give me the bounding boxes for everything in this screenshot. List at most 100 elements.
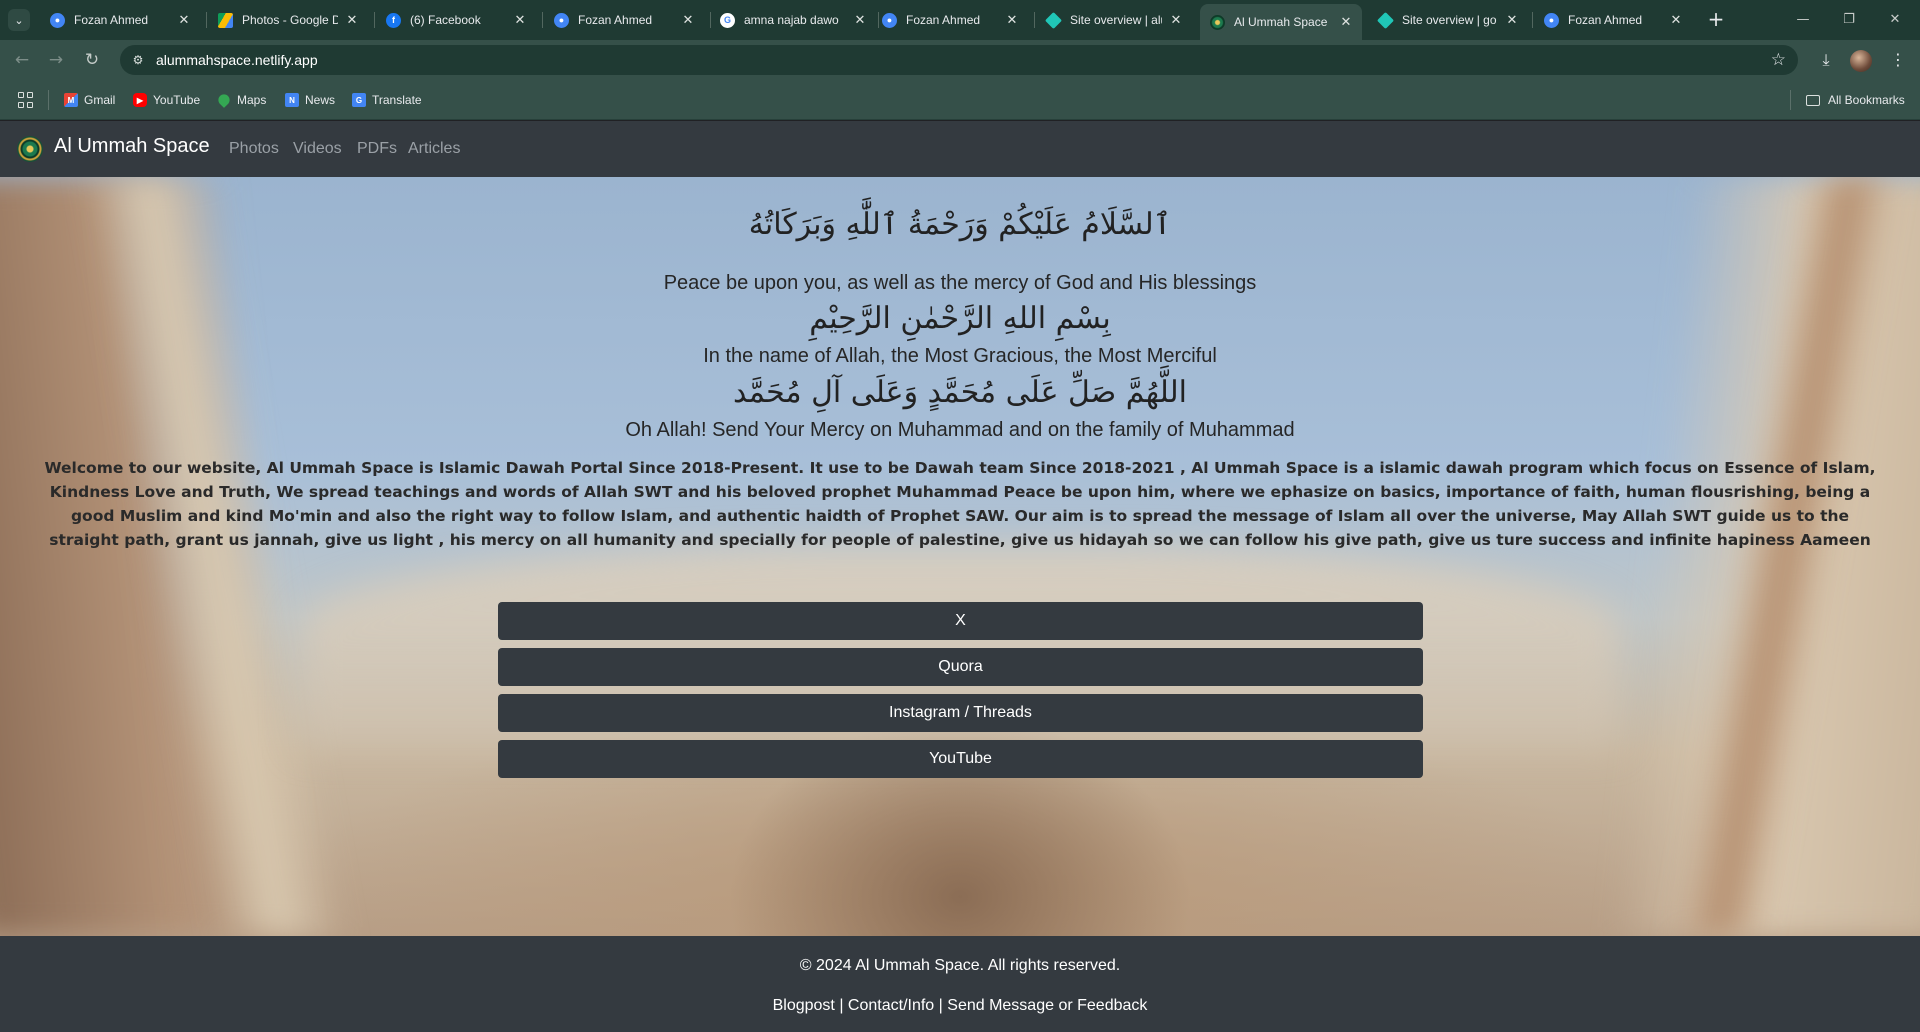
download-icon: ⤓ bbox=[1822, 50, 1830, 69]
close-icon[interactable]: ✕ bbox=[1338, 14, 1354, 30]
close-icon[interactable]: ✕ bbox=[1004, 12, 1020, 28]
nav-link-photos[interactable]: Photos bbox=[229, 140, 279, 158]
all-bookmarks-label: All Bookmarks bbox=[1828, 93, 1905, 107]
close-window-button[interactable]: ✕ bbox=[1872, 8, 1918, 32]
footer-link-feedback[interactable]: Send Message or Feedback bbox=[947, 997, 1147, 1014]
tab[interactable]: Photos - Google Drive ✕ bbox=[208, 6, 368, 34]
bookmark-gmail[interactable]: M Gmail bbox=[64, 91, 115, 109]
site-logo-icon bbox=[1210, 14, 1225, 30]
bookmarks-bar: M Gmail ▶ YouTube Maps N News G Translat… bbox=[0, 80, 1920, 120]
tab-divider bbox=[1532, 12, 1533, 28]
nav-link-pdfs[interactable]: PDFs bbox=[357, 140, 397, 158]
address-bar[interactable]: ⚙ alummahspace.netlify.app ☆ bbox=[120, 45, 1798, 75]
plus-icon: + bbox=[1707, 7, 1725, 31]
footer-link-blogpost[interactable]: Blogpost bbox=[773, 997, 835, 1014]
url-text[interactable]: alummahspace.netlify.app bbox=[156, 52, 318, 68]
bookmarks-divider bbox=[48, 90, 49, 110]
tab[interactable]: G amna najab dawo ✕ bbox=[710, 6, 876, 34]
close-icon[interactable]: ✕ bbox=[680, 12, 696, 28]
new-tab-button[interactable]: + bbox=[1704, 8, 1728, 32]
all-bookmarks-button[interactable]: All Bookmarks bbox=[1806, 91, 1905, 109]
browser-toolbar: ← → ↻ ⚙ alummahspace.netlify.app ☆ ⤓ ⋮ bbox=[0, 40, 1920, 80]
bookmark-star-icon[interactable]: ☆ bbox=[1771, 50, 1786, 70]
tab-label: Fozan Ahmed bbox=[578, 13, 653, 27]
tab-divider bbox=[1034, 12, 1035, 28]
site-logo-icon[interactable] bbox=[17, 136, 43, 162]
tab-label: Fozan Ahmed bbox=[1568, 13, 1643, 27]
tab-label: Photos - Google Drive bbox=[242, 13, 338, 27]
reload-icon: ↻ bbox=[84, 50, 100, 70]
durood-translation: Oh Allah! Send Your Mercy on Muhammad an… bbox=[625, 419, 1295, 441]
google-icon: G bbox=[720, 12, 735, 28]
quora-link-button[interactable]: Quora bbox=[498, 648, 1423, 686]
close-icon[interactable]: ✕ bbox=[1168, 12, 1184, 28]
site-info-icon[interactable]: ⚙ bbox=[130, 52, 146, 68]
close-icon[interactable]: ✕ bbox=[852, 12, 868, 28]
youtube-link-button[interactable]: YouTube bbox=[498, 740, 1423, 778]
menu-button[interactable]: ⋮ bbox=[1886, 48, 1910, 72]
tab[interactable]: Site overview | alu ✕ bbox=[1036, 6, 1192, 34]
profile-icon: ● bbox=[882, 12, 897, 28]
bookmark-maps[interactable]: Maps bbox=[216, 91, 266, 109]
profile-icon: ● bbox=[1544, 12, 1559, 28]
tab-label: Site overview | alu bbox=[1070, 13, 1162, 27]
nav-link-videos[interactable]: Videos bbox=[293, 140, 342, 158]
footer-separator: | bbox=[839, 997, 844, 1014]
tab[interactable]: f (6) Facebook ✕ bbox=[376, 6, 536, 34]
bookmark-youtube[interactable]: ▶ YouTube bbox=[133, 91, 200, 109]
forward-button[interactable]: → bbox=[44, 48, 68, 72]
arrow-right-icon: → bbox=[48, 50, 64, 70]
arrow-left-icon: ← bbox=[14, 50, 30, 70]
tab-label: Fozan Ahmed bbox=[906, 13, 981, 27]
copyright-text: © 2024 Al Ummah Space. All rights reserv… bbox=[799, 957, 1121, 974]
facebook-icon: f bbox=[386, 12, 401, 28]
downloads-button[interactable]: ⤓ bbox=[1814, 48, 1838, 72]
tab[interactable]: ● Fozan Ahmed ✕ bbox=[40, 6, 200, 34]
news-icon: N bbox=[285, 93, 299, 107]
bookmark-label: YouTube bbox=[153, 93, 201, 107]
instagram-threads-link-button[interactable]: Instagram / Threads bbox=[498, 694, 1423, 732]
tab-search-button[interactable]: ⌄ bbox=[8, 9, 30, 31]
translate-icon: G bbox=[352, 93, 366, 107]
bookmarks-divider bbox=[1790, 90, 1791, 110]
close-icon[interactable]: ✕ bbox=[1668, 12, 1684, 28]
tab-divider bbox=[206, 12, 207, 28]
bookmark-label: Gmail bbox=[84, 93, 116, 107]
restore-button[interactable]: ❐ bbox=[1826, 8, 1872, 32]
close-icon: ✕ bbox=[1889, 12, 1901, 27]
x-link-button[interactable]: X bbox=[498, 602, 1423, 640]
footer-link-contact[interactable]: Contact/Info bbox=[848, 997, 934, 1014]
tab[interactable]: Site overview | go ✕ bbox=[1368, 6, 1528, 34]
tab-active[interactable]: Al Ummah Space ✕ bbox=[1200, 4, 1362, 40]
tab[interactable]: ● Fozan Ahmed ✕ bbox=[872, 6, 1028, 34]
netlify-icon bbox=[1377, 11, 1394, 29]
chevron-down-icon: ⌄ bbox=[14, 13, 24, 27]
tab-label: (6) Facebook bbox=[410, 13, 481, 27]
apps-grid-icon[interactable] bbox=[18, 92, 34, 108]
tab[interactable]: ● Fozan Ahmed ✕ bbox=[544, 6, 704, 34]
brand-link[interactable]: Al Ummah Space bbox=[54, 135, 210, 158]
footer-separator: | bbox=[938, 997, 943, 1014]
profile-avatar[interactable] bbox=[1850, 50, 1872, 72]
back-button[interactable]: ← bbox=[10, 48, 34, 72]
footer-links: Blogpost | Contact/Info | Send Message o… bbox=[0, 997, 1920, 1015]
folder-icon bbox=[1806, 94, 1820, 106]
arabic-bismillah: بِسْمِ اللهِ الرَّحْمٰنِ الرَّحِيْمِ bbox=[809, 301, 1111, 336]
site-navbar: Al Ummah Space Photos Videos PDFs Articl… bbox=[0, 121, 1920, 177]
minimize-icon: — bbox=[1796, 12, 1810, 27]
close-icon[interactable]: ✕ bbox=[344, 12, 360, 28]
nav-link-articles[interactable]: Articles bbox=[408, 140, 460, 158]
close-icon[interactable]: ✕ bbox=[512, 12, 528, 28]
tab-divider bbox=[374, 12, 375, 28]
maps-icon bbox=[216, 92, 232, 108]
close-icon[interactable]: ✕ bbox=[176, 12, 192, 28]
bookmark-label: News bbox=[305, 93, 336, 107]
bookmark-news[interactable]: N News bbox=[285, 91, 335, 109]
reload-button[interactable]: ↻ bbox=[80, 48, 104, 72]
gmail-icon: M bbox=[64, 93, 78, 107]
minimize-button[interactable]: — bbox=[1780, 8, 1826, 32]
netlify-icon bbox=[1045, 11, 1062, 29]
close-icon[interactable]: ✕ bbox=[1504, 12, 1520, 28]
tab[interactable]: ● Fozan Ahmed ✕ bbox=[1534, 6, 1692, 34]
bookmark-translate[interactable]: G Translate bbox=[352, 91, 422, 109]
